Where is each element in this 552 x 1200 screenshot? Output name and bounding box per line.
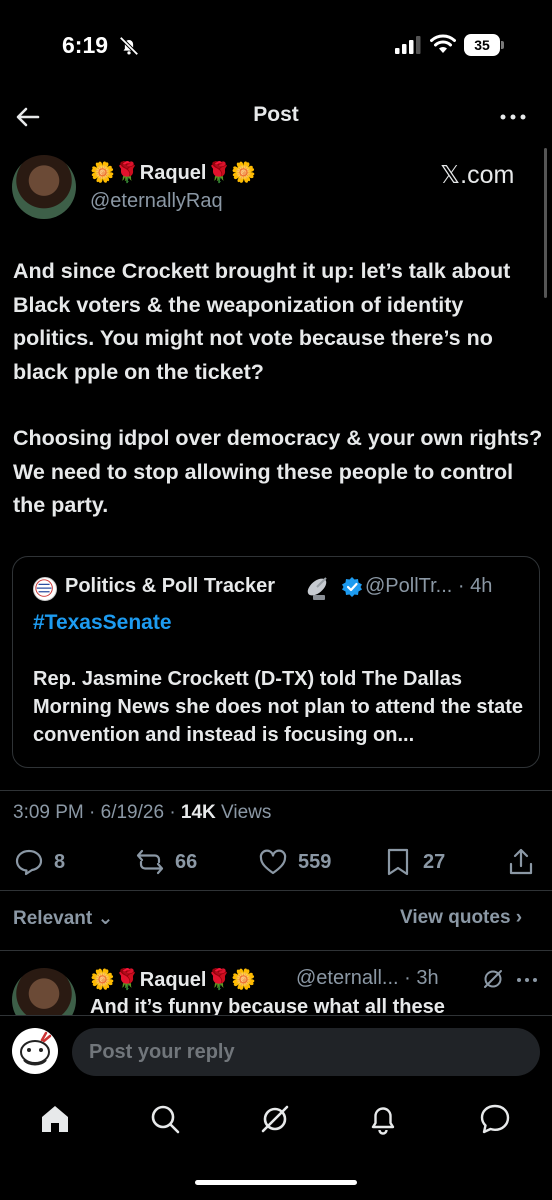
back-arrow-icon[interactable] bbox=[14, 103, 42, 131]
post-body: And since Crockett brought it up: let’s … bbox=[13, 255, 543, 556]
scroll-indicator[interactable] bbox=[544, 148, 547, 298]
divider bbox=[0, 890, 552, 891]
current-user-avatar[interactable] bbox=[12, 1028, 58, 1074]
reply-icon bbox=[15, 849, 43, 876]
source-label[interactable]: 𝕏.com bbox=[440, 160, 514, 190]
post-meta: 3:09 PM · 6/19/26 · 14K Views bbox=[13, 802, 271, 824]
repost-button[interactable]: 66 bbox=[135, 842, 197, 882]
reply-more-icon[interactable] bbox=[515, 970, 539, 990]
user-sticker-icon bbox=[20, 1031, 52, 1066]
share-icon bbox=[509, 848, 533, 875]
post-timestamp: 3:09 PM · 6/19/26 · bbox=[13, 802, 181, 823]
more-options-icon[interactable] bbox=[498, 105, 528, 129]
wifi-icon bbox=[430, 34, 456, 53]
status-time: 6:19 bbox=[62, 32, 109, 58]
post-paragraph: And since Crockett brought it up: let’s … bbox=[13, 259, 511, 384]
quoted-author-handle: @PollTr... · 4h bbox=[365, 575, 493, 597]
home-icon[interactable] bbox=[38, 1102, 72, 1136]
quoted-post-card[interactable]: Politics & Poll Tracker @PollTr... · 4h … bbox=[12, 556, 540, 768]
page-title: Post bbox=[253, 103, 299, 126]
reply-input[interactable] bbox=[72, 1028, 540, 1076]
quoted-author-name: Politics & Poll Tracker bbox=[65, 575, 276, 597]
messages-icon[interactable] bbox=[478, 1102, 512, 1136]
quoted-author-avatar bbox=[33, 577, 57, 601]
like-count: 559 bbox=[298, 850, 332, 873]
bottom-tab-bar bbox=[0, 1090, 552, 1150]
battery-level: 35 bbox=[464, 34, 500, 56]
bell-off-icon bbox=[119, 36, 139, 56]
post-actions: 8 66 559 27 bbox=[0, 842, 552, 882]
views-label: Views bbox=[215, 802, 272, 823]
author-name[interactable]: 🌼🌹Raquel🌹🌼 bbox=[90, 160, 256, 185]
like-button[interactable]: 559 bbox=[258, 842, 331, 882]
view-quotes-link[interactable]: View quotes › bbox=[400, 907, 522, 929]
status-bar: 6:19 35 bbox=[0, 0, 552, 90]
grok-icon[interactable] bbox=[482, 968, 504, 990]
reply-count: 8 bbox=[54, 850, 66, 873]
repost-icon bbox=[136, 849, 164, 875]
repost-count: 66 bbox=[175, 850, 198, 873]
author-avatar[interactable] bbox=[12, 155, 76, 219]
divider bbox=[0, 790, 552, 791]
reply-author-handle: @eternall... · 3h bbox=[296, 967, 439, 989]
divider bbox=[0, 950, 552, 951]
views-count[interactable]: 14K bbox=[181, 802, 216, 823]
reply-button[interactable]: 8 bbox=[14, 842, 65, 882]
cellular-signal-icon bbox=[395, 36, 421, 54]
share-button[interactable] bbox=[506, 842, 536, 882]
reply-author-name[interactable]: 🌼🌹Raquel🌹🌼 bbox=[90, 967, 256, 992]
battery-tip bbox=[501, 41, 504, 49]
bookmark-icon bbox=[387, 848, 409, 876]
reply-composer bbox=[0, 1015, 552, 1085]
verified-badge-icon bbox=[342, 577, 362, 597]
bookmark-count: 27 bbox=[423, 850, 446, 873]
quoted-hashtag-link[interactable]: #TexasSenate bbox=[33, 611, 172, 635]
home-indicator[interactable] bbox=[195, 1180, 357, 1185]
bookmark-button[interactable]: 27 bbox=[383, 842, 445, 882]
post-paragraph: Choosing idpol over democracy & your own… bbox=[13, 426, 543, 517]
notifications-bell-icon[interactable] bbox=[366, 1102, 400, 1136]
quoted-post-text: Rep. Jasmine Crockett (D-TX) told The Da… bbox=[33, 668, 524, 746]
grok-tab-icon[interactable] bbox=[258, 1102, 292, 1136]
satellite-dish-icon bbox=[307, 577, 327, 600]
nav-header: Post bbox=[0, 95, 552, 139]
author-handle[interactable]: @eternallyRaq bbox=[90, 190, 223, 213]
battery-indicator: 35 bbox=[464, 34, 504, 56]
poll-logo-icon bbox=[35, 579, 53, 597]
sort-dropdown[interactable]: Relevant ⌄ bbox=[13, 907, 113, 930]
search-icon[interactable] bbox=[148, 1102, 182, 1136]
heart-icon bbox=[259, 849, 287, 875]
